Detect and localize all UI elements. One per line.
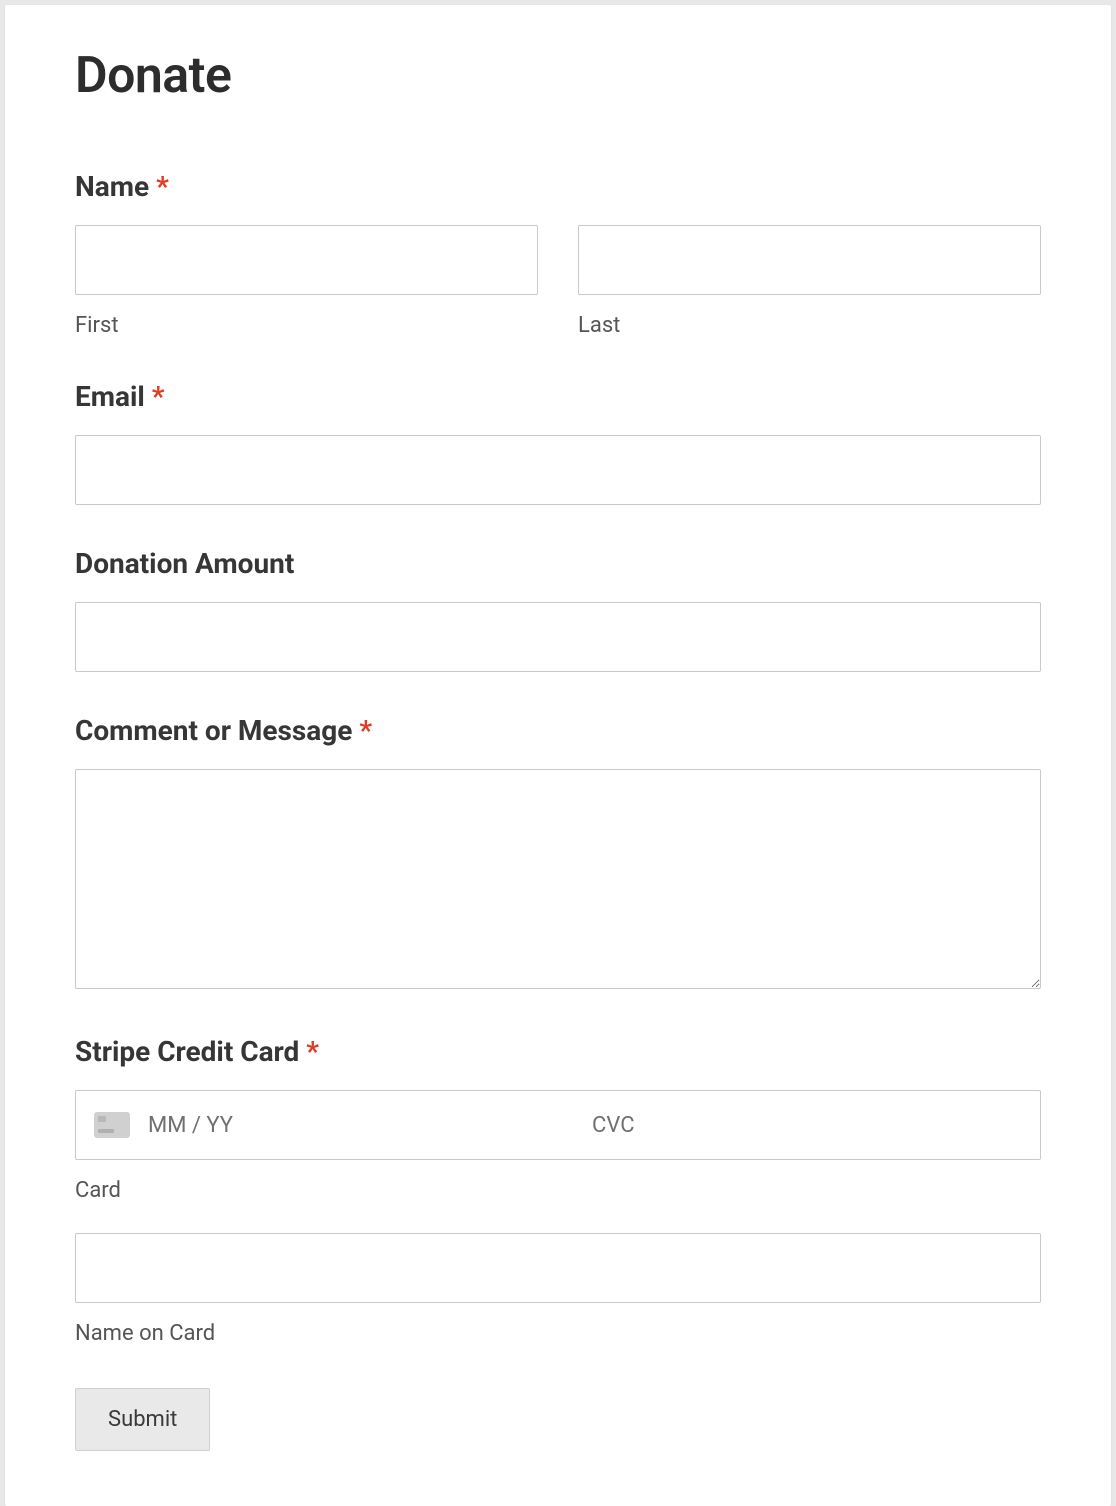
name-field-group: Name * First Last: [75, 170, 1041, 338]
donate-form-card: Donate Name * First Last Email * Donatio…: [5, 5, 1111, 1506]
email-input[interactable]: [75, 435, 1041, 505]
required-mark: *: [156, 170, 169, 203]
first-name-input[interactable]: [75, 225, 538, 295]
email-label-text: Email: [75, 380, 145, 413]
submit-button[interactable]: Submit: [75, 1388, 210, 1451]
card-expiry-input[interactable]: [148, 1113, 578, 1138]
stripe-field-group: Stripe Credit Card * Card Name on Card: [75, 1035, 1041, 1346]
first-name-sublabel: First: [75, 313, 538, 338]
comment-textarea[interactable]: [75, 769, 1041, 989]
stripe-label: Stripe Credit Card *: [75, 1035, 1041, 1068]
donation-amount-field-group: Donation Amount: [75, 547, 1041, 672]
email-field-group: Email *: [75, 380, 1041, 505]
required-mark: *: [306, 1035, 319, 1068]
credit-card-icon: [94, 1112, 130, 1138]
comment-label-text: Comment or Message: [75, 714, 352, 747]
last-name-sublabel: Last: [578, 313, 1041, 338]
name-label-text: Name: [75, 170, 149, 203]
comment-label: Comment or Message *: [75, 714, 1041, 747]
email-label: Email *: [75, 380, 1041, 413]
required-mark: *: [152, 380, 165, 413]
last-name-input[interactable]: [578, 225, 1041, 295]
name-label: Name *: [75, 170, 1041, 203]
required-mark: *: [359, 714, 372, 747]
page-title: Donate: [75, 47, 1041, 105]
card-sublabel: Card: [75, 1178, 1041, 1203]
card-cvc-input[interactable]: [592, 1113, 1022, 1138]
name-on-card-input[interactable]: [75, 1233, 1041, 1303]
stripe-label-text: Stripe Credit Card: [75, 1035, 299, 1068]
name-on-card-sublabel: Name on Card: [75, 1321, 1041, 1346]
comment-field-group: Comment or Message *: [75, 714, 1041, 993]
stripe-card-element[interactable]: [75, 1090, 1041, 1160]
donation-amount-input[interactable]: [75, 602, 1041, 672]
donation-amount-label: Donation Amount: [75, 547, 1041, 580]
